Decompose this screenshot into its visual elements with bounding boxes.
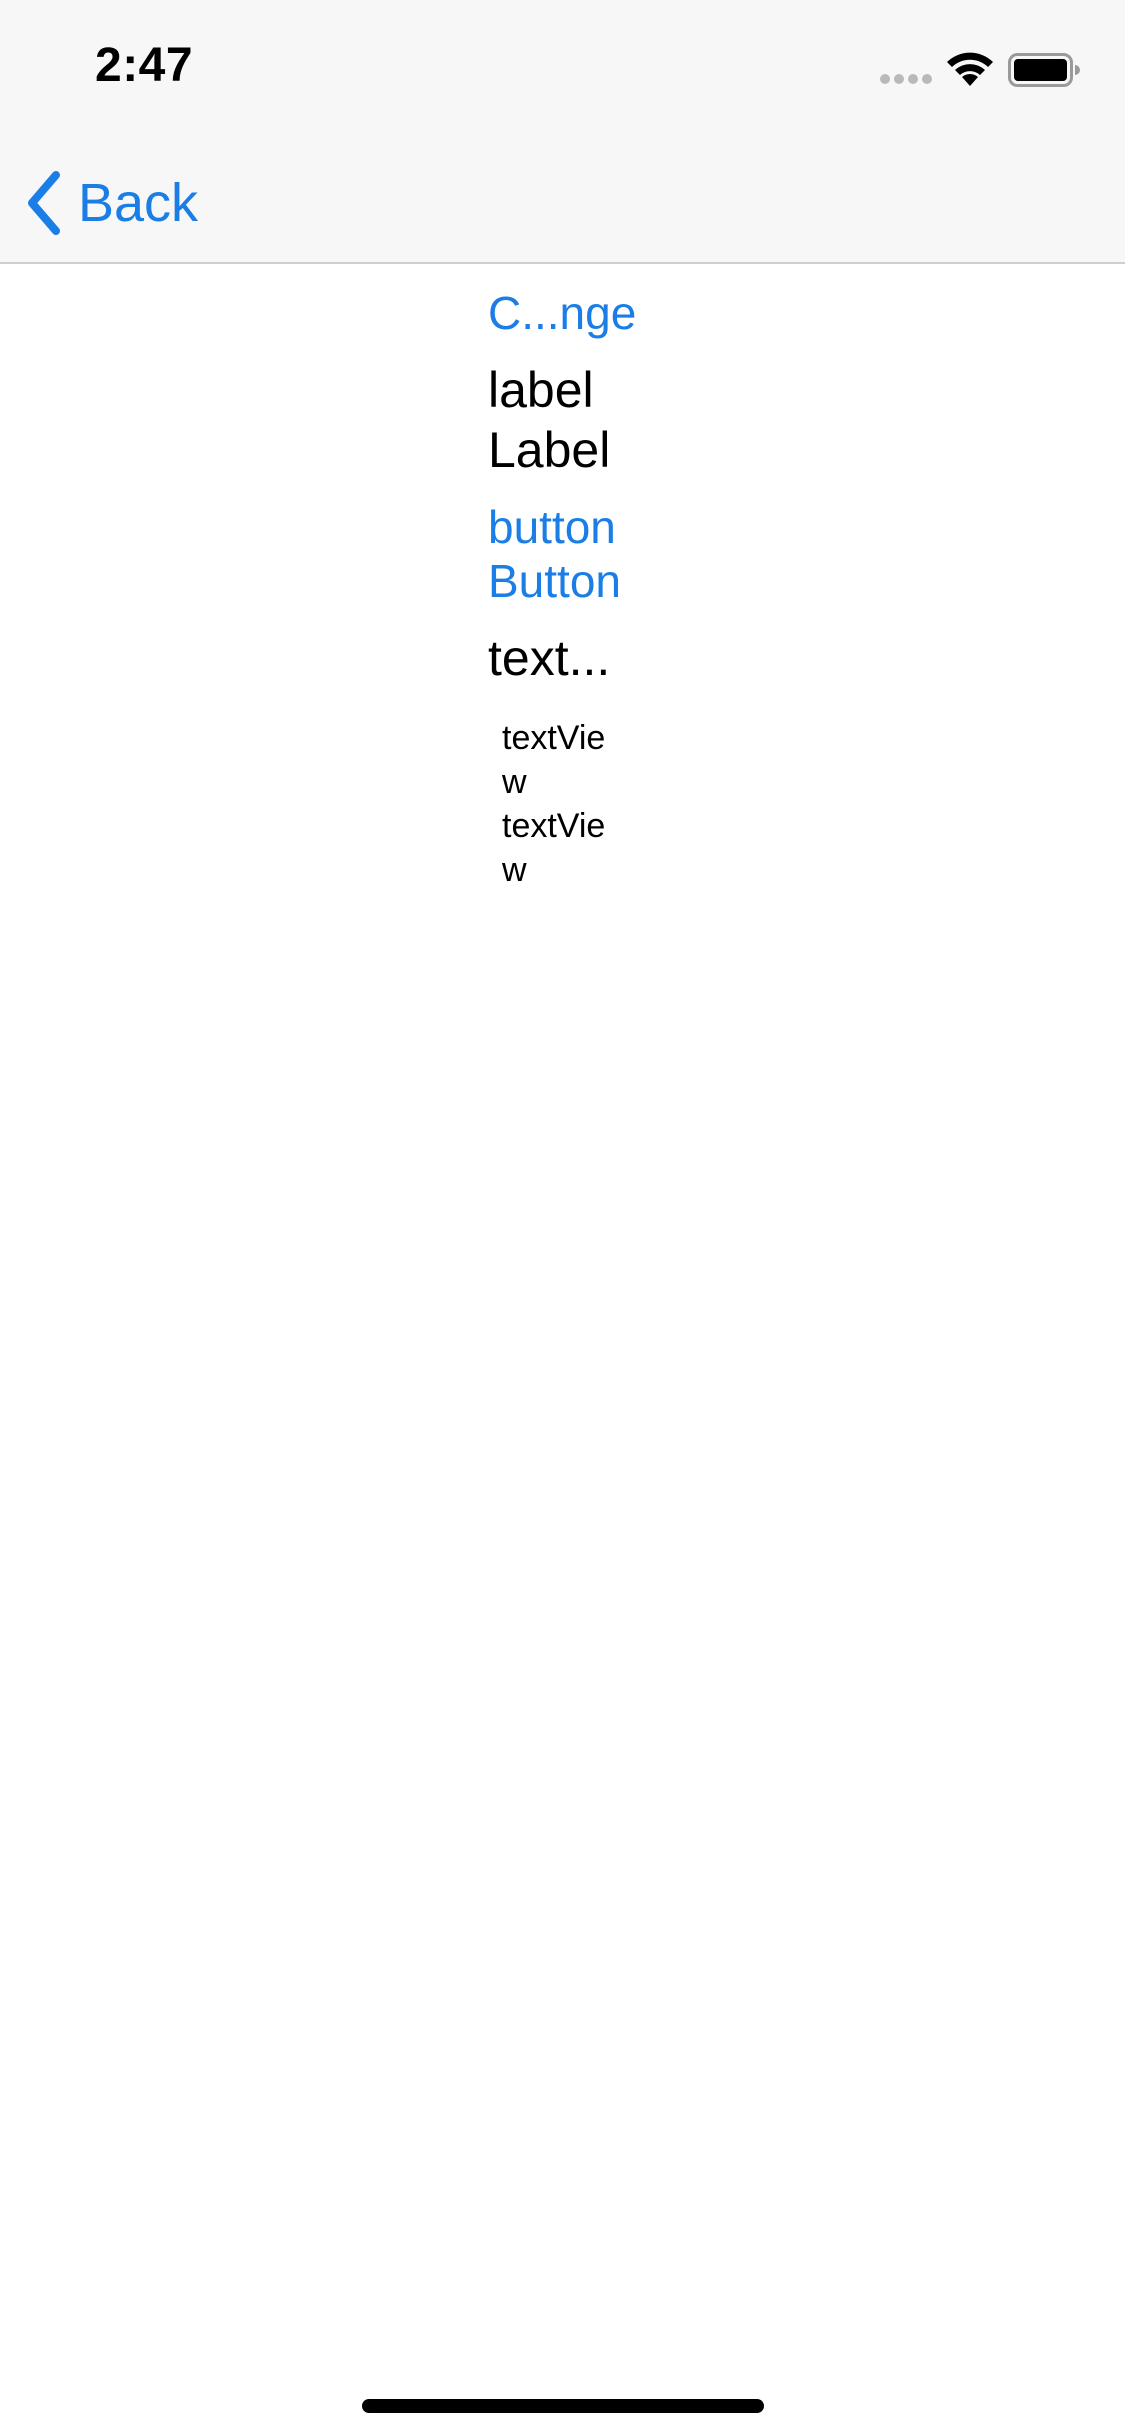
back-button[interactable]: Back — [24, 168, 198, 238]
battery-icon — [1008, 53, 1080, 87]
content-area: C...nge label Label button Button text..… — [0, 264, 1125, 2364]
buttons-group: button Button — [488, 500, 648, 608]
text-field[interactable]: text... — [488, 628, 648, 688]
change-button[interactable]: C...nge — [488, 286, 648, 340]
text-view[interactable]: textVie w textVie w — [488, 716, 648, 892]
back-label: Back — [78, 173, 199, 233]
home-indicator[interactable] — [362, 2399, 764, 2413]
cellular-signal-icon — [880, 74, 932, 84]
button-capitalized[interactable]: Button — [488, 554, 648, 608]
wifi-icon — [947, 52, 993, 86]
control-stack: C...nge label Label button Button text..… — [488, 284, 648, 892]
text-view-line: w — [502, 851, 527, 889]
chevron-left-icon — [28, 171, 60, 235]
button-lowercase[interactable]: button — [488, 500, 648, 554]
text-view-line: w — [502, 763, 527, 801]
text-view-line: textVie — [502, 807, 606, 845]
label-lowercase: label — [488, 362, 594, 418]
labels-group: label Label — [488, 360, 648, 480]
status-bar: 2:47 — [0, 0, 1125, 132]
label-capitalized: Label — [488, 422, 611, 478]
text-view-line: textVie — [502, 719, 606, 757]
navigation-bar: Back — [0, 132, 1125, 264]
status-time: 2:47 — [95, 39, 194, 92]
